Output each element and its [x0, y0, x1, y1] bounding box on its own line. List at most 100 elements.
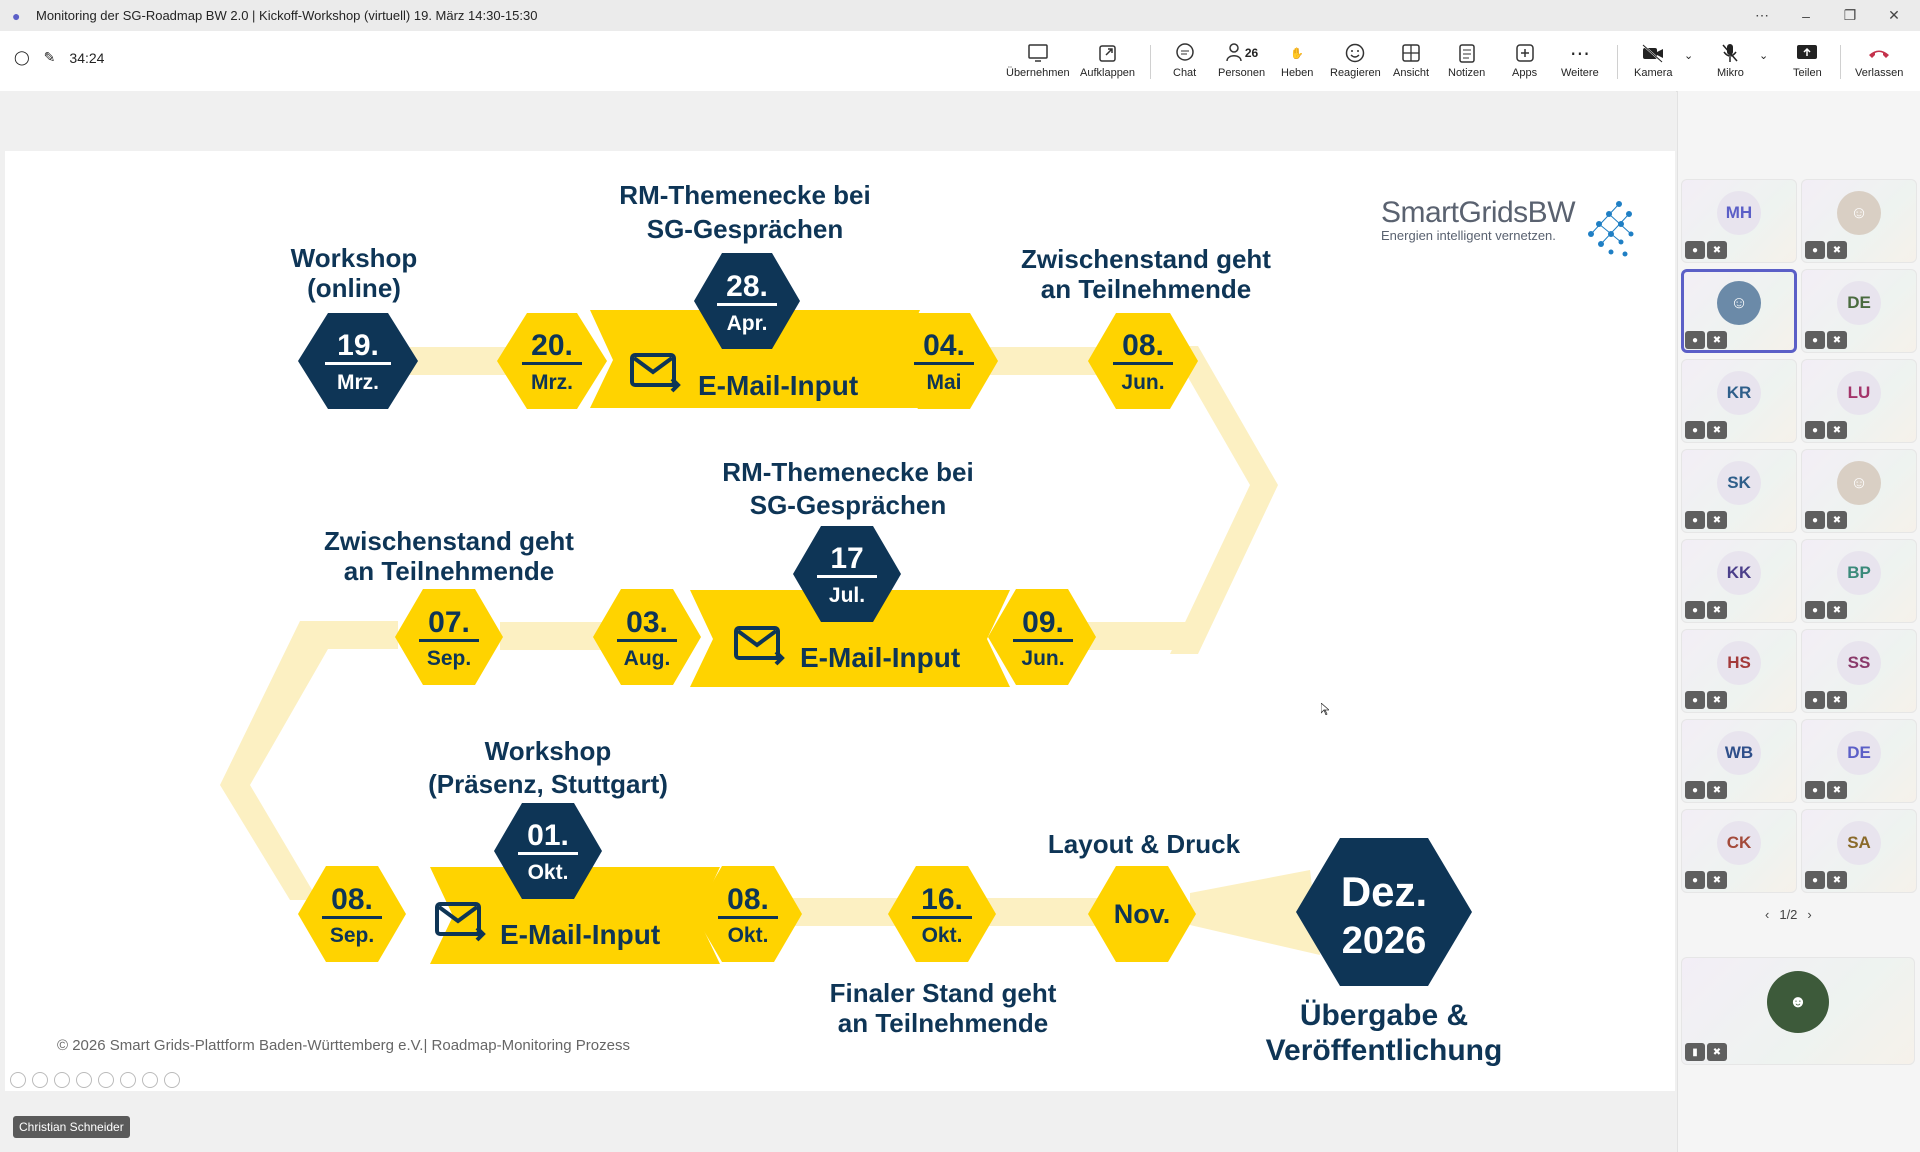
- mic-off-icon: ✖: [1827, 871, 1847, 889]
- avatar: SK: [1717, 461, 1761, 505]
- copy-icon[interactable]: [76, 1072, 92, 1088]
- mic-off-icon: ✖: [1707, 331, 1727, 349]
- svg-text:08.: 08.: [331, 883, 373, 916]
- svg-text:Okt.: Okt.: [528, 861, 569, 884]
- mic-off-icon: ✖: [1707, 421, 1727, 439]
- label-zwischenstand-1-sub: an Teilnehmende: [1041, 274, 1251, 304]
- label-finaler-stand-sub: an Teilnehmende: [838, 1008, 1048, 1038]
- participant-tile[interactable]: HS ● ✖: [1681, 629, 1797, 713]
- participant-tile[interactable]: KK ● ✖: [1681, 539, 1797, 623]
- camera-options-chevron[interactable]: ⌄: [1684, 49, 1693, 93]
- zoom-icon[interactable]: [98, 1072, 114, 1088]
- avatar: DE: [1837, 731, 1881, 775]
- svg-text:2026: 2026: [1342, 920, 1427, 962]
- label-zwischenstand-2-sub: an Teilnehmende: [344, 556, 554, 586]
- mic-off-icon: ✖: [1707, 871, 1727, 889]
- participant-tile[interactable]: SS ● ✖: [1801, 629, 1917, 713]
- label-layout-druck: Layout & Druck: [1048, 829, 1241, 859]
- svg-text:17: 17: [830, 542, 863, 575]
- label-workshop-praesenz: Workshop: [485, 736, 612, 766]
- svg-text:28.: 28.: [726, 270, 768, 303]
- svg-text:01.: 01.: [527, 819, 569, 852]
- date-node-08-sep: 08. Sep.: [298, 866, 406, 962]
- subtitle-icon[interactable]: [120, 1072, 136, 1088]
- chevron-down-icon: ⌄: [1759, 50, 1769, 62]
- participant-tile[interactable]: WB ● ✖: [1681, 719, 1797, 803]
- close-button[interactable]: ✕: [1872, 0, 1916, 31]
- avatar: HS: [1717, 641, 1761, 685]
- participant-tile[interactable]: LU ● ✖: [1801, 359, 1917, 443]
- participant-tile[interactable]: SA ● ✖: [1801, 809, 1917, 893]
- participant-tile[interactable]: BP ● ✖: [1801, 539, 1917, 623]
- video-off-icon: ●: [1685, 601, 1705, 619]
- label-rm-themenecke-2: RM-Themenecke bei: [722, 457, 973, 487]
- svg-text:Okt.: Okt.: [728, 924, 769, 947]
- date-node-03-aug: 03. Aug.: [593, 589, 701, 685]
- svg-text:Apr.: Apr.: [727, 312, 768, 335]
- avatar: WB: [1717, 731, 1761, 775]
- participant-tile[interactable]: ☺ ● ✖: [1681, 269, 1797, 353]
- svg-text:04.: 04.: [923, 329, 965, 362]
- video-off-icon: ●: [1685, 871, 1705, 889]
- svg-text:16.: 16.: [921, 883, 963, 916]
- mic-off-icon: ✖: [1707, 241, 1727, 259]
- gallery-pager: ‹ 1/2 ›: [1765, 907, 1812, 922]
- video-off-icon: ●: [1805, 781, 1825, 799]
- minimize-button[interactable]: –: [1784, 0, 1828, 31]
- svg-text:Aug.: Aug.: [624, 647, 671, 670]
- avatar: MH: [1717, 191, 1761, 235]
- participant-tile[interactable]: CK ● ✖: [1681, 809, 1797, 893]
- svg-text:03.: 03.: [626, 606, 668, 639]
- date-node-07-sep: 07. Sep.: [395, 589, 503, 685]
- label-rm-themenecke-2-sub: SG-Gesprächen: [750, 490, 947, 520]
- avatar: ☻: [1767, 971, 1829, 1033]
- participant-tile[interactable]: ☺ ● ✖: [1801, 179, 1917, 263]
- previous-slide-icon[interactable]: [10, 1072, 26, 1088]
- more-options-icon[interactable]: ⋯: [1740, 0, 1784, 31]
- participant-tile[interactable]: DE ● ✖: [1801, 269, 1917, 353]
- avatar: DE: [1837, 281, 1881, 325]
- svg-text:08.: 08.: [1122, 329, 1164, 362]
- email-input-label: E-Mail-Input: [800, 642, 960, 673]
- more-icon[interactable]: [164, 1072, 180, 1088]
- mic-off-icon: ✖: [1707, 1043, 1727, 1061]
- label-uebergabe-sub: Veröffentlichung: [1266, 1034, 1503, 1067]
- gallery-page: 1/2: [1779, 907, 1798, 922]
- leave-button[interactable]: Verlassen: [1855, 41, 1903, 85]
- date-node-09-jun: 09. Jun.: [988, 589, 1096, 685]
- date-node-08-jun: 08. Jun.: [1088, 313, 1198, 409]
- avatar: KK: [1717, 551, 1761, 595]
- camera-icon[interactable]: [142, 1072, 158, 1088]
- participant-tile[interactable]: KR ● ✖: [1681, 359, 1797, 443]
- mic-options-chevron[interactable]: ⌄: [1759, 49, 1768, 93]
- self-view-tile[interactable]: ☻ ▮ ✖: [1681, 957, 1915, 1065]
- svg-text:07.: 07.: [428, 606, 470, 639]
- svg-text:08.: 08.: [727, 883, 769, 916]
- video-off-icon: ●: [1805, 331, 1825, 349]
- mic-off-icon: ✖: [1707, 511, 1727, 529]
- chevron-left-icon[interactable]: ‹: [1765, 907, 1769, 922]
- participant-tile[interactable]: DE ● ✖: [1801, 719, 1917, 803]
- mic-off-icon: ✖: [1827, 781, 1847, 799]
- video-off-icon: ●: [1685, 781, 1705, 799]
- avatar: ☺: [1837, 191, 1881, 235]
- svg-text:Dez.: Dez.: [1341, 868, 1427, 915]
- participant-tile[interactable]: SK ● ✖: [1681, 449, 1797, 533]
- restore-button[interactable]: ❐: [1828, 0, 1872, 31]
- slide-controls: [10, 1072, 180, 1088]
- pen-icon[interactable]: [54, 1072, 70, 1088]
- mic-button[interactable]: Mikro: [1717, 41, 1744, 85]
- email-input-label: E-Mail-Input: [698, 370, 858, 401]
- date-node-nov: Nov.: [1088, 866, 1196, 962]
- smartgrids-logo: SmartGridsBW Energien intelligent vernet…: [1381, 196, 1576, 243]
- label-rm-themenecke-1: RM-Themenecke bei: [619, 180, 870, 210]
- video-off-icon: ●: [1805, 421, 1825, 439]
- chevron-right-icon[interactable]: ›: [1807, 907, 1811, 922]
- mouse-cursor-icon: [1321, 703, 1329, 715]
- mic-off-icon: ✖: [1827, 511, 1847, 529]
- participant-tile[interactable]: ☺ ● ✖: [1801, 449, 1917, 533]
- participant-tile[interactable]: MH ● ✖: [1681, 179, 1797, 263]
- next-slide-icon[interactable]: [32, 1072, 48, 1088]
- svg-text:09.: 09.: [1022, 606, 1064, 639]
- share-button[interactable]: Teilen: [1793, 41, 1822, 85]
